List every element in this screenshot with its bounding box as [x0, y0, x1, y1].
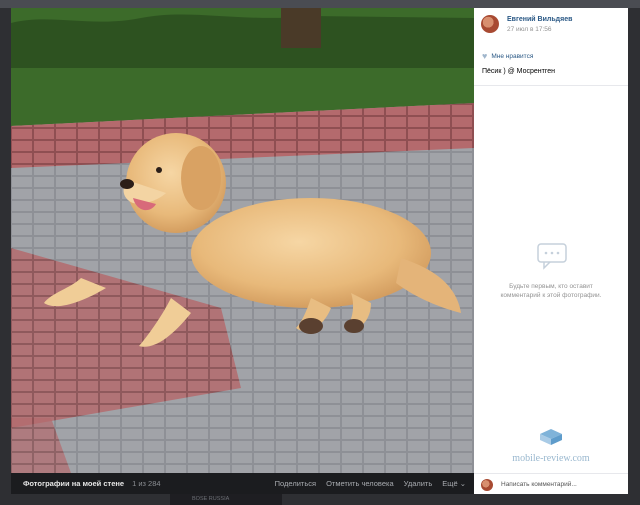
avatar [481, 478, 493, 491]
top-strip [0, 0, 640, 8]
delete-action[interactable]: Удалить [404, 479, 433, 488]
photo-caption: Пёсик ) @ Мосрентген [482, 68, 555, 75]
more-action[interactable]: Ещё ⌄ [442, 479, 466, 488]
post-time[interactable]: 27 июл в 17:56 [507, 26, 572, 33]
like-label: Мне нравится [491, 52, 534, 60]
info-panel: Евгений Вильдяев 27 июл в 17:56 ♥ Мне нр… [474, 8, 628, 494]
no-comments-line2: комментарий к этой фотографии. [500, 292, 602, 299]
photo[interactable] [11, 8, 474, 473]
comment-input[interactable]: Написать комментарий... [501, 481, 577, 488]
like-button[interactable]: ♥ Мне нравится [482, 51, 534, 61]
heart-icon: ♥ [482, 51, 488, 61]
photo-viewer: Фотографии на моей стене 1 из 284 Подели… [11, 8, 628, 494]
divider [474, 85, 628, 86]
album-link[interactable]: Фотографии на моей стене [23, 479, 124, 488]
share-action[interactable]: Поделиться [275, 479, 316, 488]
photo-actions: Поделиться Отметить человека Удалить Ещё… [275, 479, 466, 488]
avatar[interactable] [481, 15, 499, 33]
no-comments-line1: Будьте первым, кто оставит [509, 283, 593, 290]
photo-footer-bar: Фотографии на моей стене 1 из 284 Подели… [11, 473, 474, 494]
comments-empty-icon [537, 243, 567, 270]
background-page-text: BOSE RUSSIA [170, 494, 282, 505]
tag-person-action[interactable]: Отметить человека [326, 479, 394, 488]
author-block: Евгений Вильдяев 27 июл в 17:56 [481, 15, 572, 33]
photo-counter: 1 из 284 [132, 479, 161, 488]
photo-image [11, 8, 474, 473]
watermark-logo-icon [540, 429, 562, 445]
comment-compose: Написать комментарий... [474, 473, 628, 494]
watermark: mobile-review.com [474, 428, 628, 464]
watermark-text: mobile-review.com [512, 453, 590, 464]
author-name[interactable]: Евгений Вильдяев [507, 16, 572, 23]
no-comments-text: Будьте первым, кто оставит комментарий к… [474, 282, 628, 300]
